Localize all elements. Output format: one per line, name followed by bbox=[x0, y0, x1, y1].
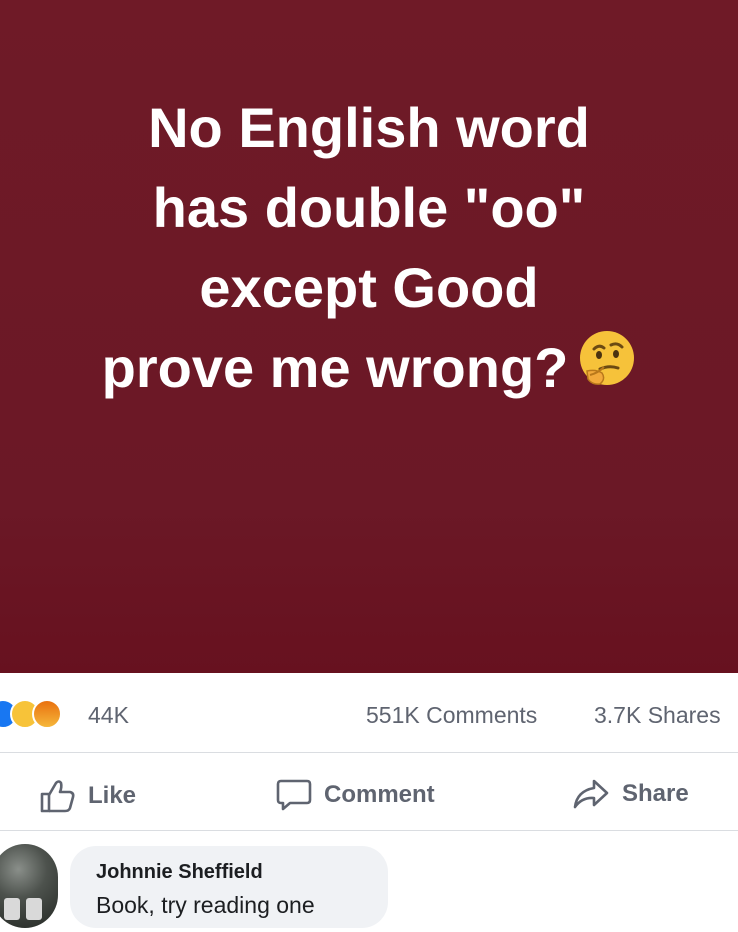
comment-text: Book, try reading one bbox=[96, 892, 315, 918]
share-label: Share bbox=[622, 780, 689, 807]
share-button[interactable]: Share bbox=[572, 778, 689, 810]
divider bbox=[0, 830, 738, 831]
thumbs-up-icon bbox=[40, 780, 75, 813]
comment-label: Comment bbox=[324, 781, 435, 808]
post-text-line: except Good bbox=[199, 256, 539, 319]
post-text-line-last: prove me wrong? bbox=[0, 328, 738, 412]
post-text-line: has double "oo" bbox=[152, 176, 586, 239]
comment-bubble-icon bbox=[276, 779, 312, 811]
share-arrow-icon bbox=[573, 779, 609, 809]
post-text: No English word has double "oo" except G… bbox=[0, 88, 738, 412]
comment-author[interactable]: Johnnie Sheffield bbox=[96, 861, 263, 884]
reactions-count[interactable]: 44K bbox=[88, 702, 129, 729]
comment-button[interactable]: Comment bbox=[276, 778, 435, 812]
shares-count[interactable]: 3.7K Shares bbox=[594, 702, 721, 729]
comments-count[interactable]: 551K Comments bbox=[366, 702, 537, 729]
post-stats: 44K 551K Comments 3.7K Shares bbox=[0, 690, 738, 742]
thinking-face-icon bbox=[578, 328, 636, 408]
post-text-line: prove me wrong? bbox=[101, 336, 569, 399]
post-text-line: No English word bbox=[148, 96, 590, 159]
like-button[interactable]: Like bbox=[38, 778, 136, 814]
avatar-detail bbox=[26, 898, 42, 920]
like-label: Like bbox=[88, 782, 137, 809]
comment: Johnnie Sheffield Book, try reading one bbox=[0, 840, 738, 932]
divider bbox=[0, 752, 738, 753]
avatar[interactable] bbox=[0, 844, 58, 928]
post-actions: Like Comment Share bbox=[0, 760, 738, 826]
avatar-detail bbox=[4, 898, 20, 920]
comment-bubble[interactable]: Johnnie Sheffield Book, try reading one bbox=[70, 846, 388, 928]
angry-reaction-icon bbox=[32, 699, 62, 729]
post-image[interactable]: No English word has double "oo" except G… bbox=[0, 0, 738, 673]
